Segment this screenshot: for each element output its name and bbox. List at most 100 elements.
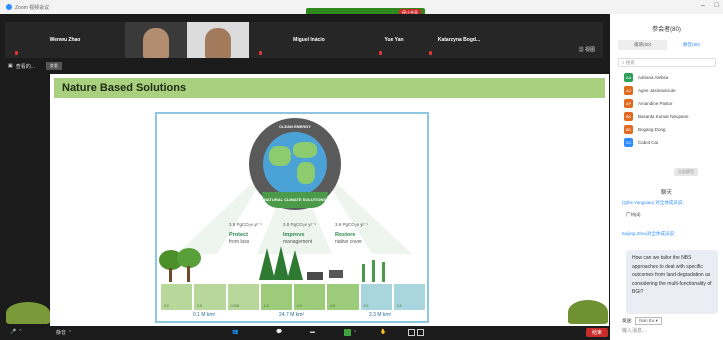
minimize-icon[interactable]: – — [701, 2, 705, 9]
gallery-view-toggle[interactable]: ▦ 视图 — [579, 46, 595, 53]
participants-button[interactable]: 👥 — [232, 329, 238, 335]
video-tile[interactable]: Katarzyna Bogd... — [419, 22, 499, 58]
category-value: 3.6 PgCO₂e yr⁻¹ — [335, 222, 368, 227]
column-value: 3.0 — [363, 304, 369, 308]
mute-text: 静音 — [56, 330, 67, 336]
column: 3.0 — [161, 284, 193, 310]
video-tile[interactable] — [125, 22, 187, 58]
chat-message: 广州(d) — [626, 212, 641, 217]
category-label: Improve — [283, 232, 305, 238]
area-totals: 0.1 M km² 24.7 M km² 2.3 M km² — [157, 312, 431, 322]
decorative-bush — [6, 302, 50, 324]
mute-label[interactable]: 静音 ⌃ — [56, 329, 73, 337]
participant-name: Katarzyna Bogd... — [437, 37, 481, 43]
landscape-illustration — [159, 246, 385, 282]
video-tile[interactable]: Wenwu Zhao — [5, 22, 125, 58]
video-tile[interactable]: Yue Yan — [369, 22, 419, 58]
share-icon — [344, 329, 351, 336]
participant-item[interactable]: AP Amandine Pastor — [624, 97, 716, 110]
microphone-icon: 🎤 — [10, 329, 17, 335]
caret-icon: ⌃ — [68, 329, 73, 336]
mute-all-button[interactable]: 全部静音 — [674, 168, 698, 176]
chat-sender: Kaijing Zhou对全体成员说: — [622, 231, 676, 236]
send-to-label: 发送: — [622, 318, 633, 323]
chat-input[interactable]: 输入消息... — [622, 327, 646, 334]
share-screen-button[interactable]: ⌃ — [344, 329, 357, 336]
participant-list: AA Adriana Alebsa AJ Agne Jasinaviciute … — [624, 71, 716, 149]
category-label: Protect — [229, 232, 248, 238]
category-restore: 3.6 PgCO₂e yr⁻¹ Restore native cover — [335, 222, 368, 246]
globe-top-label: CLEAN ENERGY — [279, 124, 311, 129]
maximize-icon[interactable]: □ — [715, 2, 719, 9]
participant-name: Agne Jasinaviciute — [638, 88, 676, 93]
sharer-label: 查看的... — [15, 63, 35, 70]
column-value: 1.9 — [297, 304, 302, 308]
participant-name: Cabot Cai — [638, 140, 659, 145]
participant-search-input[interactable]: ⌕ 搜索 — [618, 58, 716, 67]
video-gallery: Wenwu Zhao Miguel Inácio Yue Yan Katarzy… — [5, 22, 603, 58]
participant-item[interactable]: BD Bogang Dong — [624, 123, 716, 136]
send-to-select[interactable]: Nan Eu ▾ — [635, 317, 662, 325]
comment-icon: ▬ — [310, 329, 315, 335]
avatar: AP — [624, 99, 633, 108]
screen-share-icon: ▣ — [8, 63, 13, 69]
end-meeting-button[interactable]: 结束 — [586, 328, 609, 337]
column-value: 0.5 — [197, 304, 203, 308]
total-protect: 0.1 M km² — [193, 312, 216, 318]
mute-control[interactable]: 🎤 ⌃ — [10, 329, 22, 335]
caret-icon: ⌃ — [18, 329, 23, 335]
category-protect: 3.9 PgCO₂e yr⁻¹ Protect from loss — [229, 222, 262, 246]
column-value: 3.0 — [164, 304, 169, 308]
mic-muted-icon — [429, 51, 432, 55]
participant-name: Miguel Inácio — [293, 37, 325, 43]
avatar: BK — [624, 112, 633, 121]
tab-invite[interactable]: 邀请(80) — [618, 40, 667, 50]
slide-title: Nature Based Solutions — [54, 78, 605, 98]
search-icon: ⌕ — [622, 60, 625, 65]
record-icon — [408, 329, 415, 336]
column: 3.0 — [360, 284, 392, 310]
side-panel: 参会者(80) 邀请(80) 静音(80) ⌕ 搜索 AA Adriana Al… — [610, 14, 723, 340]
view-options-button[interactable]: 查看 — [45, 62, 62, 70]
avatar: AA — [624, 73, 633, 82]
participant-item[interactable]: CC Cabot Cai — [624, 136, 716, 149]
participant-name: Yue Yan — [384, 37, 404, 43]
participant-item[interactable]: AJ Agne Jasinaviciute — [624, 84, 716, 97]
category-value: 3.9 PgCO₂e yr⁻¹ — [229, 222, 262, 227]
mic-muted-icon — [259, 51, 262, 55]
window-controls: – □ — [701, 2, 719, 9]
category-improve: 3.8 PgCO₂e yr⁻¹ Improve management — [283, 222, 316, 246]
shared-slide: Nature Based Solutions CLEAN ENERGY NATU… — [50, 74, 609, 326]
globe-bottom-label: NATURAL CLIMATE SOLUTIONS — [262, 192, 328, 208]
participant-item[interactable]: AA Adriana Alebsa — [624, 71, 716, 84]
chat-button[interactable]: 💬 — [276, 329, 282, 335]
avatar: BD — [624, 125, 633, 134]
meeting-toolbar: 🎤 ⌃ 静音 ⌃ 👥 💬 ▬ ⌃ ✋ — [0, 326, 610, 340]
chat-sender: (Qihe Yangxiao) 对全体成员说: — [622, 200, 684, 205]
column-value: 0.5 — [396, 304, 402, 308]
tab-mute[interactable]: 静音(80) — [667, 40, 716, 50]
send-to: 发送: Nan Eu ▾ — [622, 317, 662, 325]
reactions-button[interactable]: ✋ — [380, 329, 386, 335]
record-button[interactable] — [408, 329, 424, 336]
chat-icon: 💬 — [276, 329, 283, 335]
participant-video — [205, 28, 231, 58]
nbs-infographic: CLEAN ENERGY NATURAL CLIMATE SOLUTIONS 3… — [155, 112, 429, 323]
decorative-bush — [568, 300, 608, 324]
hand-icon: ✋ — [380, 329, 387, 335]
chat-title: 聊天 — [660, 190, 672, 196]
comment-button[interactable]: ▬ — [310, 329, 315, 335]
mic-muted-icon — [379, 51, 382, 55]
column: 0.5 — [393, 284, 425, 310]
more-icon — [417, 329, 424, 336]
participant-name: Adriana Alebsa — [638, 75, 669, 80]
participant-name: Amandine Pastor — [638, 101, 673, 106]
globe-icon: CLEAN ENERGY NATURAL CLIMATE SOLUTIONS — [249, 118, 341, 210]
chat-message: How can we tailor the NBS approaches to … — [626, 250, 718, 314]
video-tile[interactable] — [187, 22, 249, 58]
participant-item[interactable]: BK Basanta Kumar Neupane — [624, 110, 716, 123]
column: 0.5 — [194, 284, 226, 310]
video-tile[interactable]: Miguel Inácio — [249, 22, 369, 58]
search-placeholder: 搜索 — [625, 60, 635, 65]
window-title: Zoom 视频会议 — [15, 4, 50, 11]
